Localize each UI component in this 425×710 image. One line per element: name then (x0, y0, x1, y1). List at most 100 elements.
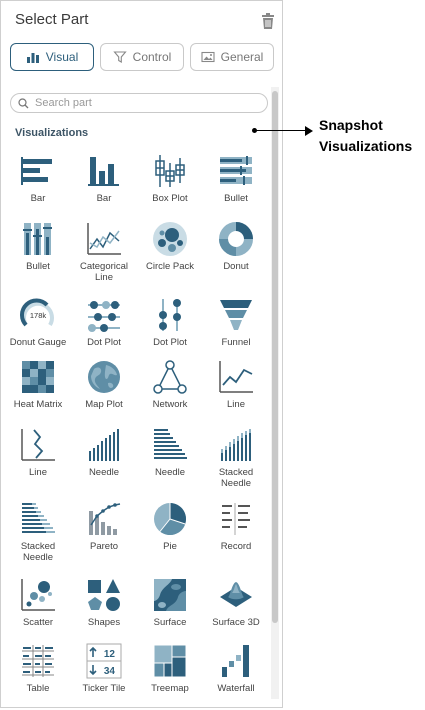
part-label: Stacked Needle (20, 541, 56, 563)
part-network[interactable]: Network (137, 359, 203, 410)
bar-horizontal-icon (21, 157, 52, 185)
filter-icon (112, 51, 127, 63)
part-dot-plot-vertical[interactable]: Dot Plot (137, 297, 203, 348)
part-map-plot[interactable]: Map Plot (71, 359, 137, 410)
part-needle-horizontal[interactable]: Needle (137, 427, 203, 478)
funnel-icon (220, 300, 252, 330)
circle-pack-icon (153, 222, 187, 256)
part-pie[interactable]: Pie (137, 501, 203, 552)
part-type-tabs: Visual Control General (10, 43, 274, 71)
part-box-plot[interactable]: Box Plot (137, 153, 203, 204)
annotation-callout: Snapshot Visualizations (319, 115, 423, 157)
tab-control[interactable]: Control (100, 43, 184, 71)
surface-3d-icon (220, 582, 252, 607)
part-label: Network (152, 399, 188, 410)
part-ticker-tile[interactable]: 12 34 Ticker Tile (71, 643, 137, 694)
donut-icon (219, 222, 253, 256)
part-scatter[interactable]: Scatter (5, 577, 71, 628)
tab-general[interactable]: General (190, 43, 274, 71)
part-label: Categorical Line (79, 261, 129, 283)
part-label: Stacked Needle (218, 467, 254, 489)
part-label: Donut (223, 261, 249, 272)
part-bullet-horizontal[interactable]: Bullet (203, 153, 269, 204)
part-stacked-needle-horizontal[interactable]: Stacked Needle (5, 501, 71, 563)
part-label: Heat Matrix (13, 399, 63, 410)
surface-icon (154, 579, 186, 611)
part-bar-vertical[interactable]: Bar (71, 153, 137, 204)
pie-icon (154, 503, 187, 536)
part-line[interactable]: Line (203, 359, 269, 410)
categorical-line-icon (87, 223, 121, 255)
bullet-horizontal-icon (220, 156, 252, 185)
part-label: Bullet (224, 193, 248, 204)
scatter-icon (21, 579, 55, 611)
search-input[interactable] (35, 97, 235, 109)
heat-matrix-icon (22, 361, 54, 393)
needle-horizontal-icon (154, 429, 187, 459)
part-label: Needle (88, 467, 120, 478)
part-label: Bullet (26, 261, 50, 272)
part-table[interactable]: Table (5, 643, 71, 694)
tab-general-label: General (220, 50, 264, 64)
tab-visual-label: Visual (45, 50, 79, 64)
part-surface[interactable]: Surface (137, 577, 203, 628)
dot-plot-vertical-icon (159, 299, 181, 331)
part-needle-vertical[interactable]: Needle (71, 427, 137, 478)
part-line-vertical[interactable]: Line (5, 427, 71, 478)
part-heat-matrix[interactable]: Heat Matrix (5, 359, 71, 410)
annotation-line-2: Visualizations (319, 138, 413, 154)
part-shapes[interactable]: Shapes (71, 577, 137, 628)
part-label: Treemap (151, 683, 189, 694)
part-label: Waterfall (217, 683, 255, 694)
annotation-line-1: Snapshot (319, 117, 383, 133)
part-label: Ticker Tile (82, 683, 126, 694)
scrollbar-thumb[interactable] (272, 91, 278, 623)
part-label: Record (220, 541, 252, 552)
part-label: Scatter (22, 617, 54, 628)
bar-chart-icon (26, 53, 39, 63)
part-dot-plot-horizontal[interactable]: Dot Plot (71, 297, 137, 348)
part-label: Pareto (90, 541, 118, 552)
part-label: Needle (154, 467, 186, 478)
part-donut-gauge[interactable]: 178k Donut Gauge (5, 297, 71, 348)
record-icon (222, 503, 250, 535)
box-plot-icon (155, 155, 185, 187)
tab-control-label: Control (132, 50, 172, 64)
part-funnel[interactable]: Funnel (203, 297, 269, 348)
part-circle-pack[interactable]: Circle Pack (137, 221, 203, 272)
part-pareto[interactable]: Pareto (71, 501, 137, 552)
part-categorical-line[interactable]: Categorical Line (71, 221, 137, 283)
gauge-value: 178k (30, 311, 47, 320)
part-treemap[interactable]: Treemap (137, 643, 203, 694)
part-label: Dot Plot (153, 337, 187, 348)
line-icon (219, 361, 253, 393)
waterfall-icon (222, 645, 249, 677)
ticker-tile-icon: 12 34 (86, 643, 122, 679)
bar-vertical-icon (88, 157, 119, 186)
part-record[interactable]: Record (203, 501, 269, 552)
trash-icon[interactable] (261, 13, 275, 29)
table-icon (22, 645, 54, 677)
stacked-needle-horizontal-icon (22, 503, 55, 533)
bullet-vertical-icon (23, 223, 52, 255)
needle-vertical-icon (89, 429, 119, 461)
panel-header: Select Part (15, 11, 275, 33)
part-label: Line (227, 399, 245, 410)
part-bullet-vertical[interactable]: Bullet (5, 221, 71, 272)
tab-visual[interactable]: Visual (10, 43, 94, 71)
part-label: Surface (153, 617, 187, 628)
section-title-visualizations: Visualizations (15, 127, 89, 139)
search-icon (18, 97, 29, 108)
part-surface-3d[interactable]: Surface 3D (203, 577, 269, 628)
part-label: Surface 3D (212, 617, 260, 628)
donut-gauge-icon: 178k (20, 298, 54, 327)
part-waterfall[interactable]: Waterfall (203, 643, 269, 694)
part-donut[interactable]: Donut (203, 221, 269, 272)
shapes-icon (88, 579, 120, 611)
ticker-value-down: 34 (104, 666, 116, 677)
part-bar-horizontal[interactable]: Bar (5, 153, 71, 204)
annotation-arrow-icon (305, 126, 313, 136)
ticker-value-up: 12 (104, 649, 116, 660)
part-stacked-needle-vertical[interactable]: Stacked Needle (203, 427, 269, 489)
part-label: Line (29, 467, 47, 478)
